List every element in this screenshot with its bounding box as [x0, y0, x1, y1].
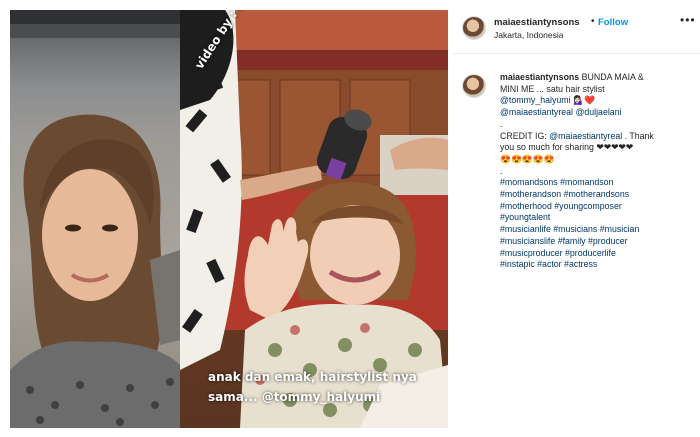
post-caption: maiaestiantynsons BUNDA MAIA & MINI ME .…: [500, 72, 696, 271]
more-options-icon[interactable]: •••: [680, 13, 696, 27]
post-header: maiaestiantynsons • Follow Jakarta, Indo…: [452, 10, 700, 54]
instagram-post: video by : @adelettalina anak dan emak, …: [0, 0, 700, 437]
emoji: 💁🏻‍♀️❤️: [572, 95, 595, 106]
caption-line: @tommy_halyumi 💁🏻‍♀️❤️: [500, 95, 696, 107]
hashtag-line[interactable]: #instapic #actor #actress: [500, 259, 696, 271]
post-sidebar: maiaestiantynsons • Follow Jakarta, Indo…: [452, 10, 700, 428]
caption-line: MINI ME ... satu hair stylist: [500, 83, 605, 94]
avatar[interactable]: [462, 16, 486, 40]
hashtag-line[interactable]: #musicianslife #family #producer: [500, 236, 696, 248]
caption-username[interactable]: maiaestiantynsons: [500, 72, 579, 82]
overlay-text-line-1: anak dan emak, hairstylist nya: [208, 370, 417, 384]
photo-right-panel: [180, 10, 448, 428]
mention-link[interactable]: @maiaestiantyreal: [500, 107, 573, 117]
woman-portrait-illustration: [10, 10, 180, 428]
hashtag-line[interactable]: #momandsons #momandson: [500, 177, 696, 189]
hashtag-line[interactable]: #musicproducer #producerlife: [500, 248, 696, 260]
follow-button[interactable]: Follow: [598, 17, 628, 28]
caption-text: BUNDA MAIA &: [581, 72, 644, 82]
header-username[interactable]: maiaestiantynsons: [494, 17, 580, 28]
haircut-scene-illustration: [180, 10, 448, 428]
separator-dot: •: [591, 16, 595, 27]
photo-left-panel: [10, 10, 180, 428]
caption-line: you so much for sharing ❤❤❤❤❤: [500, 142, 634, 153]
caption-text: CREDIT IG:: [500, 130, 547, 141]
caption-line: .: [500, 165, 503, 176]
caption-line: 😍😍😍😍😍: [500, 153, 555, 164]
hashtag-line[interactable]: #motherandson #motherandsons: [500, 189, 696, 201]
caption-line: maiaestiantynsons BUNDA MAIA &: [500, 72, 696, 84]
post-media[interactable]: video by : @adelettalina anak dan emak, …: [10, 10, 448, 428]
caption-line: CREDIT IG: @maiaestiantyreal . Thank: [500, 131, 696, 143]
mention-link[interactable]: @tommy_halyumi: [500, 95, 571, 105]
hashtag-line[interactable]: #musicianlife #musicians #musician: [500, 224, 696, 236]
caption-line: @maiaestiantyreal @duljaelani: [500, 107, 696, 119]
location-link[interactable]: Jakarta, Indonesia: [494, 30, 563, 40]
caption-line: .: [500, 118, 503, 129]
hashtag-line[interactable]: #motherhood #youngcomposer: [500, 201, 696, 213]
caption-text: . Thank: [624, 130, 654, 141]
overlay-text-line-2: sama... @tommy_halyumi: [208, 390, 381, 404]
hashtag-line[interactable]: #youngtalent: [500, 212, 696, 224]
mention-link[interactable]: @duljaelani: [575, 107, 621, 117]
mention-link[interactable]: @maiaestiantyreal: [549, 131, 622, 141]
caption-avatar[interactable]: [462, 74, 486, 98]
